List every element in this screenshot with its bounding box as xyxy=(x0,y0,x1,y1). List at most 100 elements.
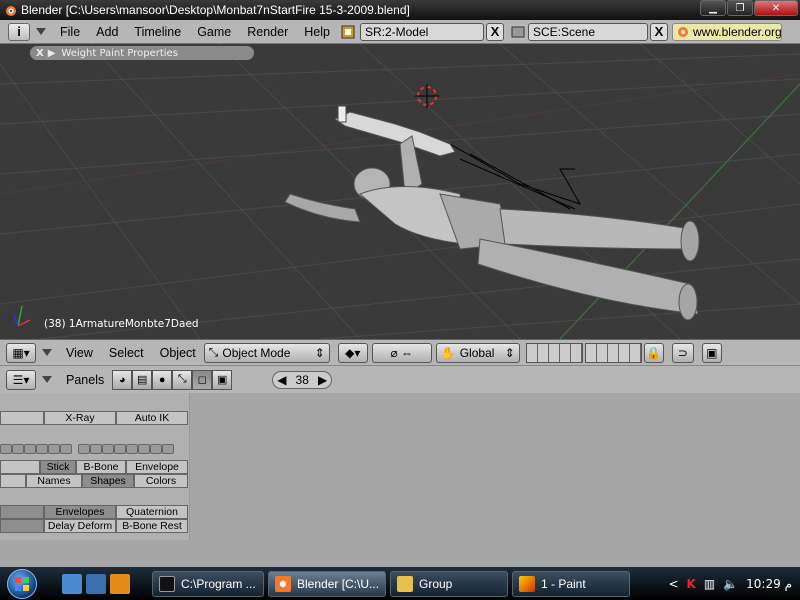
network-icon[interactable]: ▥ xyxy=(704,577,715,591)
menu-view[interactable]: View xyxy=(58,346,101,360)
menu-select[interactable]: Select xyxy=(101,346,152,360)
expand-arrow-icon[interactable]: ▶ xyxy=(48,48,56,59)
snap-icon[interactable]: ⊃ xyxy=(671,342,694,363)
layer-buttons-1[interactable] xyxy=(525,342,583,363)
envelope-button[interactable]: Envelope xyxy=(126,460,188,474)
task-paint[interactable]: 1 - Paint xyxy=(512,570,630,597)
collapse-menu-icon[interactable] xyxy=(42,376,52,383)
collapse-menu-icon[interactable] xyxy=(42,349,52,356)
viewport-status: (38) 1ArmatureMonbte7Daed xyxy=(44,318,199,330)
bbone-rest-button[interactable]: B-Bone Rest xyxy=(116,519,188,533)
weight-paint-properties-panel[interactable]: X ▶ Weight Paint Properties xyxy=(30,46,254,60)
clock[interactable]: 10:29 م xyxy=(746,577,792,591)
viewport-scene xyxy=(0,44,800,339)
layer-buttons-2[interactable] xyxy=(584,342,642,363)
task-blender[interactable]: Blender [C:\U... xyxy=(268,570,386,597)
script-icon[interactable]: ▤ xyxy=(132,369,153,390)
envelopes-button[interactable]: Envelopes xyxy=(44,505,116,519)
axis-gizmo-icon xyxy=(13,305,31,327)
transform-orientation-selector[interactable]: ✋ Global ⇕ xyxy=(435,342,520,363)
draw-type-button[interactable]: ◆▾ xyxy=(337,342,368,363)
menu-timeline[interactable]: Timeline xyxy=(126,25,189,39)
bone-layers-1[interactable] xyxy=(0,444,72,458)
object-icon[interactable]: ⤡ xyxy=(172,369,193,390)
menu-add[interactable]: Add xyxy=(88,25,126,39)
octahedron-button[interactable] xyxy=(0,460,40,474)
editing-icon[interactable]: ◻ xyxy=(192,369,213,390)
panel-title: Weight Paint Properties xyxy=(61,47,178,59)
panels-menu[interactable]: Panels xyxy=(58,373,112,387)
menu-game[interactable]: Game xyxy=(189,25,239,39)
delay-deform-button[interactable]: Delay Deform xyxy=(44,519,116,533)
3d-viewport[interactable]: X ▶ Weight Paint Properties (38) 1Armatu… xyxy=(0,44,800,339)
screen-browse-icon[interactable] xyxy=(340,24,356,40)
stick-button[interactable]: Stick xyxy=(40,460,76,474)
blender-url-field[interactable]: www.blender.org xyxy=(671,22,782,41)
shapes-button[interactable]: Shapes xyxy=(82,474,134,488)
blender-logo-icon xyxy=(677,26,688,37)
vertex-groups-button[interactable] xyxy=(0,505,44,519)
scene-browse-icon[interactable] xyxy=(510,24,526,40)
start-button[interactable] xyxy=(0,567,44,600)
close-button[interactable]: ✕ xyxy=(754,0,798,16)
mode-label: Object Mode xyxy=(222,345,291,360)
switch-windows-icon[interactable] xyxy=(86,573,106,594)
logic-icon[interactable]: ◕ xyxy=(112,369,133,390)
deform-row: Envelopes Quaternion xyxy=(0,505,188,519)
increment-arrow-icon[interactable]: ▶ xyxy=(318,373,327,387)
deform-options-row: Delay Deform B-Bone Rest xyxy=(0,519,188,533)
tray-expand-chevron[interactable]: < xyxy=(668,577,678,591)
bone-layers-2[interactable] xyxy=(78,444,174,458)
bbone-button[interactable]: B-Bone xyxy=(76,460,126,474)
colors-button[interactable]: Colors xyxy=(134,474,188,488)
paint-icon xyxy=(519,575,535,592)
system-tray: < K ▥ 🔈 10:29 م xyxy=(668,567,800,600)
info-window-type-button[interactable]: i xyxy=(8,22,30,41)
lock-icon[interactable]: 🔒 xyxy=(643,342,664,363)
render-preview-icon[interactable]: ▣ xyxy=(701,342,722,363)
antivirus-icon[interactable]: K xyxy=(687,577,696,591)
scene-delete-button[interactable]: X xyxy=(649,22,668,41)
bone-layer-row xyxy=(0,444,174,458)
show-desktop-icon[interactable] xyxy=(62,573,82,594)
minimize-button[interactable]: ▁ xyxy=(700,0,726,16)
mode-selector[interactable]: ⤡ Object Mode ⇕ xyxy=(203,342,330,363)
display-options-row: Names Shapes Colors xyxy=(0,474,188,488)
volume-icon[interactable]: 🔈 xyxy=(723,577,738,591)
blender-logo-icon xyxy=(6,6,16,16)
hand-icon: ✋ xyxy=(440,345,456,360)
dropdown-arrow-icon: ⇕ xyxy=(314,345,325,360)
scene-selector[interactable]: SCE:Scene xyxy=(527,22,648,41)
axes-button[interactable] xyxy=(0,474,26,488)
names-button[interactable]: Names xyxy=(26,474,82,488)
menu-help[interactable]: Help xyxy=(296,25,338,39)
screen-delete-button[interactable]: X xyxy=(485,22,504,41)
quaternion-button[interactable]: Quaternion xyxy=(116,505,188,519)
collapse-menu-icon[interactable] xyxy=(36,28,46,35)
decrement-arrow-icon[interactable]: ◀ xyxy=(277,373,286,387)
window-type-grid-icon[interactable]: ▦▾ xyxy=(6,342,36,363)
screen-selector[interactable]: SR:2-Model xyxy=(359,22,484,41)
task-label: 1 - Paint xyxy=(541,576,586,591)
frame-number-field[interactable]: ◀ 38 ▶ xyxy=(272,370,333,389)
folder-icon xyxy=(397,575,413,592)
buttons-window-type-icon[interactable]: ☰▾ xyxy=(6,369,36,390)
task-label: Group xyxy=(419,576,453,591)
3d-cursor-icon[interactable] xyxy=(415,84,439,108)
menu-object[interactable]: Object xyxy=(152,346,204,360)
blank-button[interactable] xyxy=(0,519,44,533)
buttons-window: X-Ray Auto IK Stick B-Bone Envelope Name… xyxy=(0,393,800,567)
task-cmd[interactable]: C:\Program ... xyxy=(152,570,264,597)
shading-icon[interactable]: ● xyxy=(152,369,173,390)
blank-button[interactable] xyxy=(0,411,44,425)
close-panel-icon[interactable]: X xyxy=(36,48,44,59)
maximize-button[interactable]: ❐ xyxy=(727,0,753,16)
menu-render[interactable]: Render xyxy=(239,25,296,39)
media-player-icon[interactable] xyxy=(110,573,130,594)
task-group[interactable]: Group xyxy=(390,570,508,597)
pivot-point-button[interactable]: ⌀ ⇔ xyxy=(371,342,432,363)
auto-ik-button[interactable]: Auto IK xyxy=(116,411,188,425)
xray-button[interactable]: X-Ray xyxy=(44,411,116,425)
menu-file[interactable]: File xyxy=(52,25,88,39)
scene-icon[interactable]: ▣ xyxy=(212,369,233,390)
